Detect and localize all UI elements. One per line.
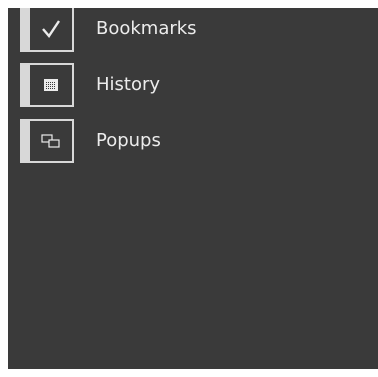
menu-item-popups[interactable]: Popups (20, 119, 320, 163)
menu-item-tile (20, 63, 74, 107)
tile-accent-bar (20, 119, 30, 163)
menu-item-label: Popups (96, 130, 161, 151)
tile-accent-bar (20, 63, 30, 107)
menu-item-bookmarks[interactable]: Bookmarks (20, 8, 320, 52)
menu-item-tile (20, 119, 74, 163)
menu-item-history[interactable]: History (20, 63, 320, 107)
tile-accent-bar (20, 8, 30, 52)
checkmark-icon (30, 8, 74, 52)
popup-windows-icon (30, 119, 74, 163)
menu-panel: Bookmarks History Popups (8, 8, 378, 369)
menu-item-tile (20, 8, 74, 52)
calendar-grid-icon (30, 63, 74, 107)
menu-item-label: Bookmarks (96, 18, 197, 39)
menu-item-label: History (96, 74, 161, 95)
